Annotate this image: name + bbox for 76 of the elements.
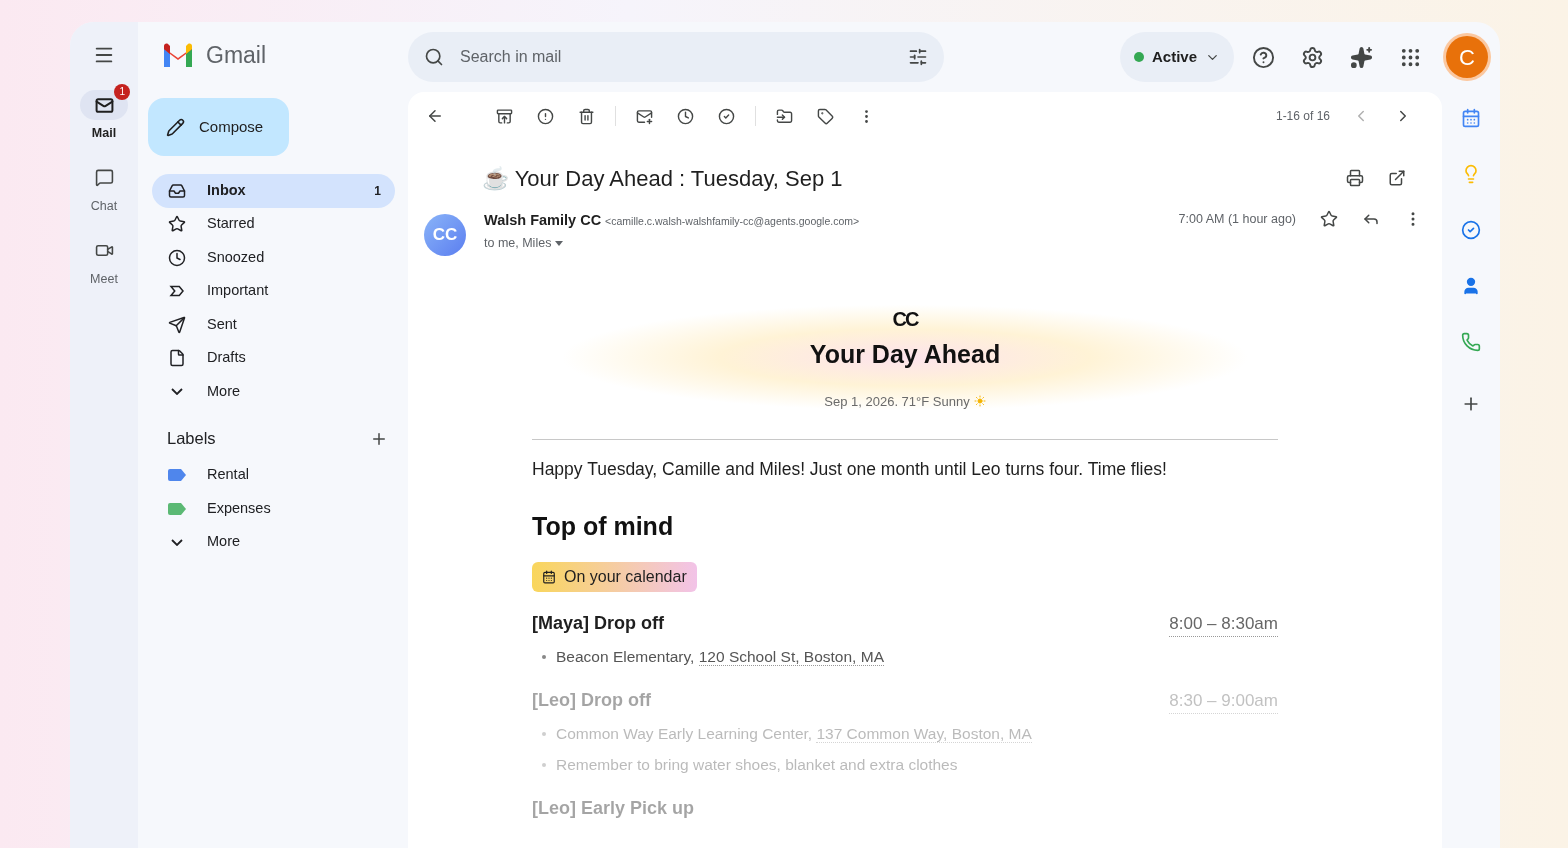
gmail-logo-icon xyxy=(162,43,194,67)
calendar-icon xyxy=(542,569,556,584)
calendar-chip: On your calendar xyxy=(532,561,697,592)
rail-item[interactable]: 1 Mail xyxy=(78,84,130,143)
dateline: Sep 1, 2026. 71°F Sunny xyxy=(824,392,970,411)
event-detail: Remember to bring water shoes, blanket and extra clothes xyxy=(556,755,958,776)
calendar-icon[interactable] xyxy=(1461,108,1481,128)
label-item[interactable]: Rental xyxy=(152,458,395,492)
greeting-text: Happy Tuesday, Camille and Miles! Just one month until Leo turns four. Time flies! xyxy=(532,458,1168,481)
mail-icon xyxy=(94,95,114,115)
newsletter-title: Your Day Ahead xyxy=(809,339,1001,370)
pencil-icon xyxy=(166,117,185,137)
archive-icon[interactable] xyxy=(496,107,513,125)
event-time: 8:30 – 9:00am xyxy=(1169,687,1278,714)
folder-item[interactable]: Sent xyxy=(152,308,395,342)
sender-name: Walsh Family CC xyxy=(484,211,602,230)
print-icon[interactable] xyxy=(1346,169,1364,187)
settings-icon[interactable] xyxy=(1301,45,1324,69)
pagination-text: 1-16 of 16 xyxy=(1275,108,1330,125)
report-icon[interactable] xyxy=(537,107,554,125)
email-time: 7:00 AM (1 hour ago) xyxy=(1178,211,1296,228)
app-name: Gmail xyxy=(206,40,267,70)
file-icon xyxy=(168,349,186,368)
sun-icon xyxy=(973,395,986,408)
help-icon[interactable] xyxy=(1252,45,1275,69)
chevron-down-icon xyxy=(171,538,183,546)
event-title: [Leo] Drop off xyxy=(532,688,651,712)
folder-item[interactable]: Important xyxy=(152,274,395,308)
move-to-icon[interactable] xyxy=(776,107,793,125)
snooze-icon[interactable] xyxy=(677,107,694,125)
rail-item[interactable]: Chat xyxy=(78,156,130,216)
search-bar[interactable]: Search in mail xyxy=(408,32,944,82)
chevron-down-icon xyxy=(171,388,183,396)
event-detail: Beacon Elementary, 120 School St, Boston, MA xyxy=(556,647,884,669)
recipients-dropdown[interactable]: to me, Miles xyxy=(484,233,1179,253)
sender-avatar: CC xyxy=(424,214,466,256)
folder-item[interactable]: More xyxy=(152,375,395,409)
event-title: [Leo] Early Pick up xyxy=(532,796,695,820)
folder-item[interactable]: Inbox 1 xyxy=(152,174,395,208)
search-icon xyxy=(424,47,444,67)
inbox-icon xyxy=(168,181,186,200)
newsletter-logo: CC xyxy=(892,307,918,332)
filter-options-icon[interactable] xyxy=(908,47,928,67)
labels-heading: Labels xyxy=(167,428,216,450)
tasks-icon[interactable] xyxy=(1461,220,1481,240)
section-heading: Top of mind xyxy=(532,511,675,543)
compose-button[interactable]: Compose xyxy=(148,98,289,156)
mark-unread-icon[interactable] xyxy=(636,107,653,125)
folder-item[interactable]: Snoozed xyxy=(152,241,395,275)
email-subject: ☕ Your Day Ahead : Tuesday, Sep 1 xyxy=(482,164,844,193)
folder-item[interactable]: Starred xyxy=(152,207,395,241)
sender-email: <camille.c.walsh-walshfamily-cc@agents.google.com> xyxy=(605,214,860,229)
dropdown-caret-icon xyxy=(555,240,564,246)
folder-item[interactable]: Drafts xyxy=(152,341,395,375)
add-task-icon[interactable] xyxy=(718,107,735,125)
contacts-icon[interactable] xyxy=(1461,276,1481,296)
label-icon[interactable] xyxy=(817,107,834,125)
sparkle-icon[interactable] xyxy=(1350,45,1373,69)
rail-item[interactable]: Meet xyxy=(78,229,130,289)
clock-icon xyxy=(168,248,186,267)
delete-icon[interactable] xyxy=(578,107,595,125)
address-link[interactable]: 120 School St, Boston, MA xyxy=(698,648,884,667)
unread-badge: 1 xyxy=(114,84,130,100)
search-field[interactable]: Search in mail xyxy=(460,45,892,69)
star-icon xyxy=(168,215,186,234)
status-button[interactable]: Active xyxy=(1119,32,1234,82)
event-title: [Maya] Drop off xyxy=(532,611,664,635)
open-in-new-window-icon[interactable] xyxy=(1388,169,1406,187)
chat-icon xyxy=(94,168,114,188)
send-icon xyxy=(168,315,186,334)
star-icon[interactable] xyxy=(1320,210,1338,228)
label-item[interactable]: Expenses xyxy=(152,492,395,526)
label-item[interactable]: More xyxy=(152,525,395,559)
event-time: 8:00 – 8:30am xyxy=(1169,610,1278,638)
phone-icon[interactable] xyxy=(1461,332,1481,352)
event-detail: Common Way Early Learning Center, 137 Common Way, Boston, MA xyxy=(556,724,1032,745)
